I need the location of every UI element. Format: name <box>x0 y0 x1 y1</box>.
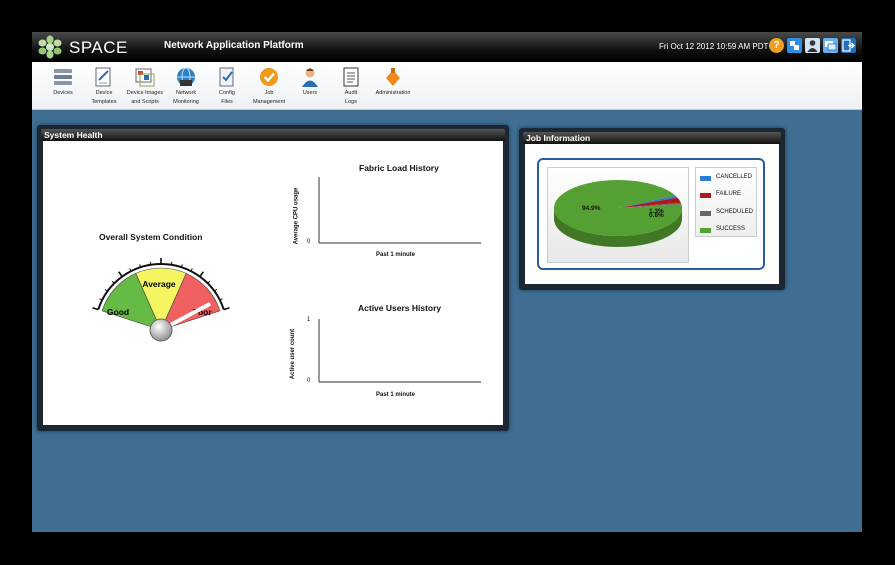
main-toolbar: Devices Device Templates Device Images a… <box>32 62 862 110</box>
tasks-icon-glyph <box>825 41 837 51</box>
panel-header[interactable]: Job Information <box>523 132 781 144</box>
toolbar-label: Monitoring <box>173 98 199 105</box>
help-icon[interactable]: ? <box>769 38 784 53</box>
legend-label: CANCELLED <box>716 174 753 180</box>
device-templates-icon <box>95 67 111 87</box>
datetime-display: Fri Oct 12 2012 10:59 AM PDT <box>659 42 769 51</box>
logo-text: SPACE <box>69 38 128 57</box>
panel-title: System Health <box>44 130 103 140</box>
header-bar: SPACE Network Application Platform Fri O… <box>32 32 862 62</box>
logout-icon-glyph <box>842 39 855 52</box>
legend-label: SUCCESS <box>716 226 746 232</box>
user-icon-glyph <box>807 40 818 52</box>
toolbar-devices[interactable]: Devices <box>41 66 85 108</box>
pie-data-label: 94.9% <box>582 205 601 212</box>
toolbar-administration[interactable]: Administration <box>370 66 416 108</box>
toolbar-label: Administration <box>375 90 411 96</box>
network-monitoring-icon <box>177 67 195 87</box>
active-users-ytick-0: 0 <box>307 378 311 384</box>
gauge-label-good: Good <box>107 307 129 317</box>
toolbar-users[interactable]: Users <box>288 66 332 108</box>
toolbar-label: Audit <box>344 90 358 96</box>
system-health-panel: System Health Overall System Condition G… <box>37 125 509 431</box>
toolbar-label: Logs <box>345 98 357 105</box>
toolbar-label: Users <box>302 90 318 96</box>
devices-icon <box>54 69 72 85</box>
fabric-load-ytick-0: 0 <box>307 239 311 245</box>
tasks-icon[interactable] <box>823 38 838 53</box>
user-icon[interactable] <box>805 38 820 53</box>
active-users-ytick-1: 1 <box>307 317 311 323</box>
gauge-tick <box>214 289 218 292</box>
job-pie-chart[interactable]: 1.3% 0.8% 94.9% <box>547 167 689 263</box>
pie-data-label: 0.8% <box>649 212 664 219</box>
config-files-icon <box>219 67 234 87</box>
panel-title: Job Information <box>526 133 591 143</box>
toolbar-label: Network <box>175 90 197 96</box>
legend-swatch-scheduled <box>700 211 711 216</box>
space-logo: SPACE <box>37 35 127 59</box>
toolbar-label: Devices <box>53 90 73 96</box>
settings-icon-glyph <box>790 41 799 50</box>
job-management-icon <box>260 68 278 86</box>
toolbar-audit-logs[interactable]: Audit Logs <box>329 66 373 108</box>
fabric-load-axes <box>318 177 481 244</box>
gauge-tick <box>104 289 108 292</box>
system-condition-gauge: Good Average Poor <box>92 258 230 342</box>
active-users-ylabel: Active user count <box>290 328 297 380</box>
fabric-load-title: Fabric Load History <box>359 163 439 173</box>
gauge-tick <box>223 306 230 311</box>
logout-icon[interactable] <box>841 38 856 53</box>
gauge-hub <box>149 318 173 342</box>
panel-header[interactable]: System Health <box>41 129 505 141</box>
toolbar-label: Job <box>264 90 274 96</box>
legend-swatch-cancelled <box>700 176 711 181</box>
job-legend: CANCELLED FAILURE SCHEDULED SUCCESS <box>695 167 757 237</box>
legend-swatch-failure <box>700 193 711 198</box>
toolbar-device-images[interactable]: Device Images and Scripts <box>123 66 167 108</box>
job-pie-svg: 1.3%0.8%94.9% <box>554 180 682 247</box>
fabric-load-ylabel: Average CPU usage <box>293 187 300 245</box>
toolbar-device-templates[interactable]: Device Templates <box>82 66 126 108</box>
gauge-tick <box>92 306 99 311</box>
gauge-title: Overall System Condition <box>99 232 203 242</box>
job-chart-frame: 1.3% 0.8% 94.9% CANCELLED FAILURE SCHEDULE… <box>537 158 765 270</box>
gauge-tick <box>118 271 123 278</box>
job-information-body: 1.3% 0.8% 94.9% CANCELLED FAILURE SCHEDULE… <box>525 144 779 284</box>
toolbar-label: Files <box>221 98 233 105</box>
active-users-xlabel: Past 1 minute <box>376 392 416 398</box>
job-information-panel: Job Information 1.3% 0.8% 94.9% CANCELLED … <box>519 128 785 290</box>
gauge-tick <box>199 271 204 278</box>
toolbar-label: and Scripts <box>131 98 159 105</box>
audit-logs-icon <box>343 67 359 87</box>
toolbar-config-files[interactable]: Config Files <box>205 66 249 108</box>
space-logo-icon <box>38 35 62 59</box>
active-users-axes <box>318 319 481 383</box>
toolbar-network-monitoring[interactable]: Network Monitoring <box>164 66 208 108</box>
legend-label: FAILURE <box>716 191 742 197</box>
settings-icon[interactable] <box>787 38 802 53</box>
fabric-load-xlabel: Past 1 minute <box>376 252 416 258</box>
app-window: SPACE Network Application Platform Fri O… <box>32 32 862 532</box>
legend-swatch-success <box>700 228 711 233</box>
toolbar-job-management[interactable]: Job Management <box>247 66 291 108</box>
app-title: Network Application Platform <box>164 40 304 51</box>
toolbar-label: Device <box>95 90 113 96</box>
users-icon <box>302 68 318 87</box>
gauge-label-average: Average <box>142 279 176 289</box>
legend-label: SCHEDULED <box>716 209 754 215</box>
toolbar-label: Management <box>252 98 286 105</box>
system-health-body: Overall System Condition Good Average Po… <box>43 141 503 425</box>
toolbar-label: Templates <box>91 98 117 105</box>
device-images-icon <box>135 68 155 87</box>
toolbar-label: Config <box>219 90 235 96</box>
administration-icon <box>386 68 400 86</box>
active-users-title: Active Users History <box>358 303 442 313</box>
toolbar-label: Device Images <box>126 90 164 96</box>
